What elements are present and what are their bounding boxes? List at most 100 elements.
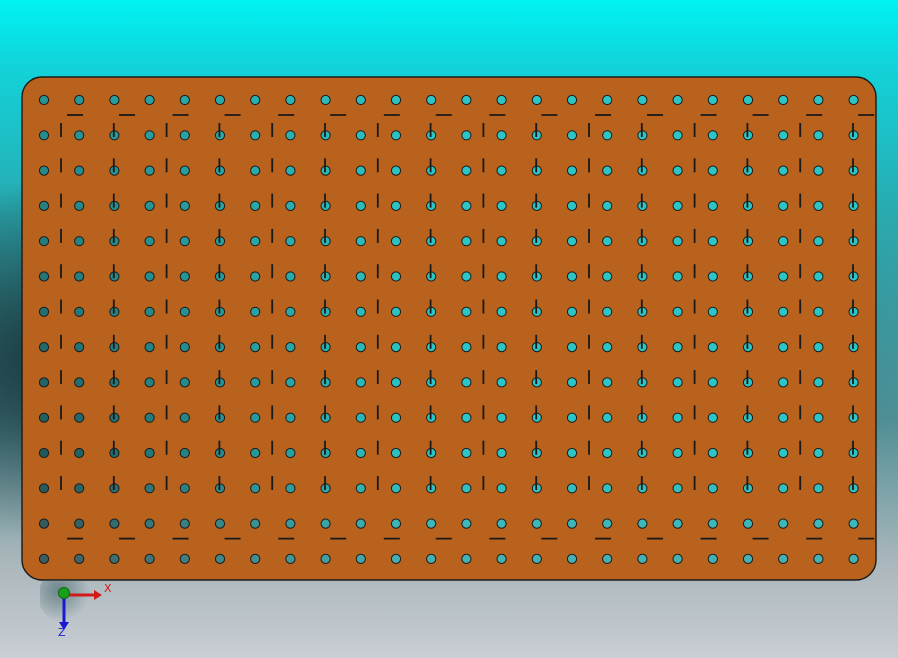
hole: [38, 306, 50, 317]
hole: [74, 94, 85, 106]
hole: [250, 130, 261, 141]
hole: [813, 412, 824, 423]
hole: [179, 553, 190, 565]
hole: [778, 236, 789, 247]
hole: [813, 342, 824, 353]
hole: [672, 483, 683, 494]
hole: [461, 342, 472, 353]
x-axis-arrowhead: [94, 590, 102, 600]
perforated-plate-model[interactable]: [0, 0, 898, 658]
hole: [672, 130, 683, 141]
hole: [707, 94, 718, 106]
hole: [461, 200, 472, 211]
hole: [672, 200, 683, 211]
hole: [496, 518, 507, 529]
hole: [390, 553, 402, 565]
hole: [285, 200, 296, 211]
hole: [109, 553, 120, 565]
hole: [496, 447, 507, 459]
hole: [602, 271, 613, 282]
hole: [461, 165, 472, 176]
hole: [214, 553, 226, 565]
hole: [707, 412, 718, 423]
hole: [355, 342, 366, 353]
hole: [637, 518, 648, 529]
hole: [214, 94, 226, 106]
hole: [390, 130, 402, 141]
hole: [778, 165, 789, 176]
hole: [496, 165, 507, 176]
hole: [285, 377, 296, 388]
hole: [707, 130, 718, 141]
hole: [74, 306, 85, 317]
hole: [390, 342, 402, 353]
hole: [355, 165, 366, 176]
hole: [285, 447, 296, 459]
hole: [637, 553, 648, 565]
hole: [179, 130, 190, 141]
hole: [672, 165, 683, 176]
hole: [461, 483, 472, 494]
hole: [778, 553, 789, 565]
hole: [179, 94, 190, 106]
hole: [144, 200, 155, 211]
hole: [778, 342, 789, 353]
hole: [778, 94, 789, 106]
hole: [848, 553, 859, 565]
hole: [848, 94, 859, 106]
hole: [285, 165, 296, 176]
hole: [74, 236, 85, 247]
hole: [602, 165, 613, 176]
hole: [742, 553, 754, 565]
hole: [602, 412, 613, 423]
hole: [179, 518, 190, 529]
hole: [355, 412, 366, 423]
hole: [390, 306, 402, 317]
hole: [742, 518, 754, 529]
hole: [461, 130, 472, 141]
hole: [672, 271, 683, 282]
hole: [672, 377, 683, 388]
plate-body[interactable]: [21, 76, 877, 581]
hole: [355, 518, 366, 529]
hole: [707, 306, 718, 317]
hole: [38, 94, 50, 106]
graphics-viewport[interactable]: X Z: [0, 0, 898, 658]
hole: [250, 165, 261, 176]
triad-x-label: X: [104, 582, 112, 595]
hole: [179, 342, 190, 353]
hole: [144, 306, 155, 317]
hole: [355, 271, 366, 282]
hole: [38, 342, 50, 353]
hole: [355, 130, 366, 141]
hole: [285, 94, 296, 106]
hole: [74, 271, 85, 282]
hole: [496, 342, 507, 353]
hole: [566, 342, 578, 353]
hole: [566, 553, 578, 565]
hole: [179, 306, 190, 317]
hole: [250, 483, 261, 494]
hole: [672, 306, 683, 317]
hole: [496, 236, 507, 247]
hole: [461, 377, 472, 388]
hole: [144, 447, 155, 459]
hole: [390, 236, 402, 247]
hole: [778, 518, 789, 529]
hole: [813, 236, 824, 247]
hole: [285, 306, 296, 317]
hole: [566, 518, 578, 529]
hole: [707, 236, 718, 247]
hole: [38, 200, 50, 211]
hole: [390, 165, 402, 176]
hole: [461, 236, 472, 247]
hole: [74, 518, 85, 529]
hole: [285, 412, 296, 423]
hole: [250, 447, 261, 459]
hole: [602, 130, 613, 141]
hole: [602, 236, 613, 247]
hole: [602, 342, 613, 353]
hole: [813, 306, 824, 317]
hole: [778, 412, 789, 423]
hole: [390, 412, 402, 423]
